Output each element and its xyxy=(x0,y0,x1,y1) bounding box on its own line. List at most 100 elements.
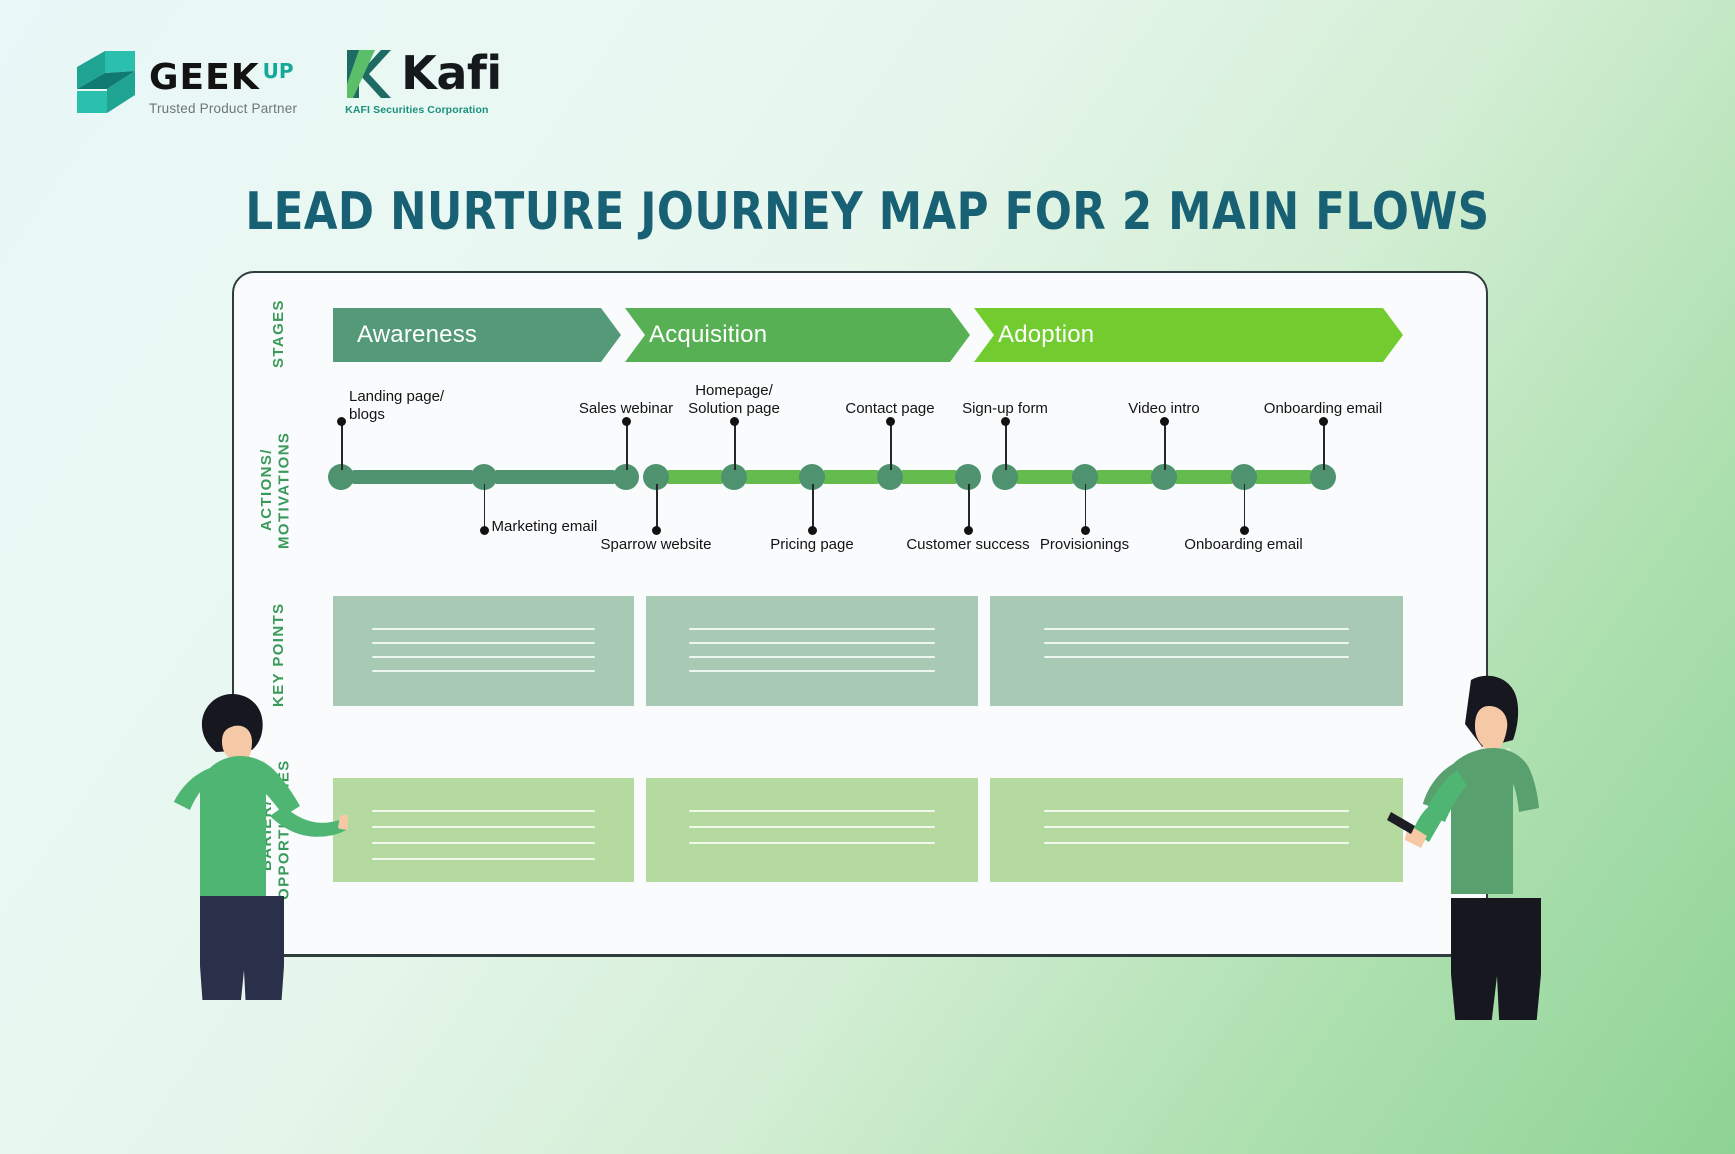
timeline-leader-dot xyxy=(1080,526,1090,535)
timeline-leader-line xyxy=(626,422,628,470)
geekup-suffix: UP xyxy=(262,58,294,83)
timeline-segment xyxy=(745,470,801,484)
timeline-node-label: Contact page xyxy=(845,400,935,417)
timeline-leader-dot xyxy=(1001,417,1011,426)
timeline-leader-dot xyxy=(730,417,740,426)
placeholder-line xyxy=(372,842,596,844)
timeline-segment xyxy=(901,470,957,484)
placeholder-line xyxy=(1044,826,1350,828)
timeline-leader-line xyxy=(1005,422,1007,470)
placeholder-line xyxy=(372,826,596,828)
timeline-leader-dot xyxy=(622,417,632,426)
geekup-s-mark-icon xyxy=(77,51,135,113)
timeline-node-label: Landing page/blogs xyxy=(349,388,444,423)
barier-box-awareness[interactable] xyxy=(333,778,635,882)
timeline-leader-line xyxy=(1243,484,1246,530)
stage-adoption-label: Adoption xyxy=(998,321,1095,348)
row-label-actions-line2: MOTIVATIONS xyxy=(275,431,293,549)
timeline-leader-dot xyxy=(1160,417,1170,426)
timeline-node-label: Provisionings xyxy=(1039,536,1130,553)
person-writing-icon xyxy=(1387,675,1541,1020)
placeholder-line xyxy=(372,858,596,860)
placeholder-line xyxy=(689,656,936,658)
person-presenting-icon xyxy=(174,694,348,1000)
logo-bar: GEEK UP Trusted Product Partner Kafi KAF… xyxy=(75,48,502,116)
timeline-node-label-line1: Landing page/ xyxy=(349,388,445,405)
timeline-group-acquisition xyxy=(643,464,981,490)
geekup-tagline: Trusted Product Partner xyxy=(149,100,298,116)
timeline-segment xyxy=(1175,470,1233,484)
timeline-node-label-line1: Homepage/ xyxy=(695,382,773,399)
key-points-box-adoption[interactable] xyxy=(990,596,1403,706)
timeline-node-label-line2: blogs xyxy=(349,405,385,423)
timeline-node-label: Pricing page xyxy=(770,536,854,553)
kafi-k-mark-icon xyxy=(347,50,392,98)
placeholder-line xyxy=(1044,842,1350,844)
timeline-group-adoption xyxy=(992,464,1336,490)
timeline-node-label: Marketing email xyxy=(491,518,598,535)
timeline-leader-line xyxy=(341,422,343,470)
kafi-wordmark: Kafi xyxy=(401,46,502,101)
placeholder-line xyxy=(372,670,596,672)
placeholder-line xyxy=(689,670,936,672)
actions-timeline: Landing page/blogs Marketing email Sales w… xyxy=(328,380,1403,565)
timeline-node-label: Homepage/Solution page xyxy=(688,382,780,417)
timeline-leader-line xyxy=(734,422,736,470)
key-points-row xyxy=(333,596,1403,706)
stage-acquisition-label: Acquisition xyxy=(649,321,768,348)
geekup-wordmark: GEEK UP Trusted Product Partner xyxy=(149,58,298,116)
timeline-leader-dot xyxy=(964,526,974,535)
placeholder-line xyxy=(372,628,596,630)
placeholder-line xyxy=(372,656,596,658)
stage-adoption[interactable]: Adoption xyxy=(974,308,1403,362)
key-points-box-acquisition[interactable] xyxy=(646,596,979,706)
timeline-node-label: Onboarding email xyxy=(1184,536,1303,553)
kafi-subtitle: KAFI Securities Corporation xyxy=(345,104,489,116)
placeholder-line xyxy=(689,826,936,828)
stages-bar: Awareness Acquisition Adoption xyxy=(333,308,1403,362)
placeholder-line xyxy=(1044,656,1350,658)
timeline-leader-dot xyxy=(808,526,818,535)
placeholder-line xyxy=(689,628,936,630)
timeline-node-label: Sign-up form xyxy=(962,400,1048,417)
placeholder-line xyxy=(1044,628,1350,630)
stage-awareness[interactable]: Awareness xyxy=(333,308,621,362)
timeline-segment xyxy=(1254,470,1312,484)
timeline-leader-line xyxy=(812,484,814,530)
geekup-logo: GEEK UP Trusted Product Partner xyxy=(75,49,297,115)
timeline-leader-dot xyxy=(886,417,896,426)
barier-box-acquisition[interactable] xyxy=(646,778,979,882)
timeline-leader-dot xyxy=(1319,417,1329,426)
timeline-segment xyxy=(1016,470,1074,484)
placeholder-line xyxy=(689,642,936,644)
timeline-group-awareness xyxy=(328,464,639,490)
timeline-leader-dot xyxy=(337,417,347,426)
page-title: LEAD NURTURE JOURNEY MAP FOR 2 MAIN FLOW… xyxy=(245,182,1490,242)
stage-acquisition[interactable]: Acquisition xyxy=(625,308,970,362)
timeline-leader-line xyxy=(1323,422,1325,470)
stage-awareness-label: Awareness xyxy=(357,321,478,348)
timeline-leader-line xyxy=(1084,484,1087,530)
timeline-node-label: Sparrow website xyxy=(600,536,712,553)
row-label-actions-motivations: ACTIONS/MOTIVATIONS xyxy=(258,400,293,580)
placeholder-line xyxy=(372,810,596,812)
timeline-node-label: Customer success xyxy=(906,536,1030,553)
timeline-node-label: Sales webinar xyxy=(578,400,674,417)
timeline-leader-dot xyxy=(652,526,662,535)
placeholder-line xyxy=(372,642,596,644)
timeline-segment xyxy=(1095,470,1153,484)
timeline-node-label: Onboarding email xyxy=(1263,400,1383,417)
timeline-leader-line xyxy=(483,484,486,530)
timeline-segment xyxy=(823,470,879,484)
timeline-segment xyxy=(667,470,723,484)
placeholder-line xyxy=(1044,810,1350,812)
timeline-segment xyxy=(494,470,615,484)
timeline-leader-dot xyxy=(1239,526,1249,535)
timeline-leader-line xyxy=(1164,422,1166,470)
timeline-leader-line xyxy=(890,422,892,470)
barier-box-adoption[interactable] xyxy=(990,778,1403,882)
key-points-box-awareness[interactable] xyxy=(333,596,635,706)
kafi-logo: Kafi KAFI Securities Corporation xyxy=(345,46,502,116)
row-label-stages: STAGES xyxy=(270,299,287,368)
row-label-actions-line1: ACTIONS/ xyxy=(258,448,275,532)
